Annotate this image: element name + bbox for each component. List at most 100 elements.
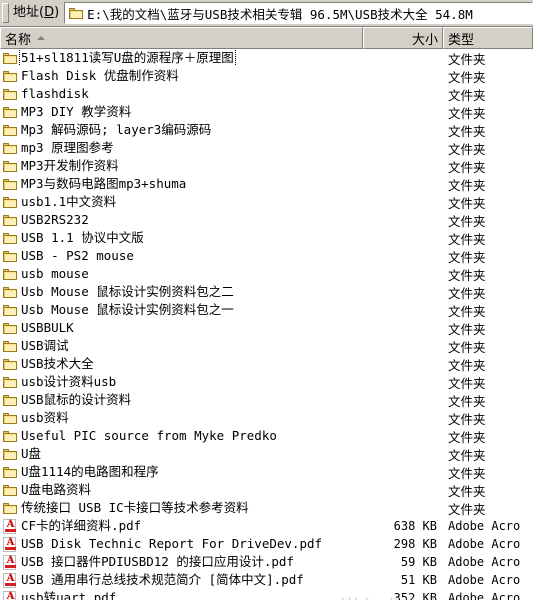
file-name-cell[interactable]: USB2RS232 [0, 212, 363, 228]
file-name-cell[interactable]: Flash Disk 优盘制作资料 [0, 68, 363, 84]
file-name-cell[interactable]: flashdisk [0, 86, 363, 102]
folder-icon [2, 176, 18, 192]
file-name-cell[interactable]: mp3 原理图参考 [0, 140, 363, 156]
file-name-label: USB2RS232 [21, 212, 89, 227]
file-type-cell: 文件夹 [448, 249, 486, 265]
file-size-cell: 51 KB [400, 573, 437, 587]
file-type-cell: 文件夹 [448, 501, 486, 517]
table-row[interactable]: mp3 原理图参考 文件夹 [0, 139, 533, 157]
table-row[interactable]: USB2RS232 文件夹 [0, 211, 533, 229]
file-name-cell[interactable]: Usb Mouse 鼠标设计实例资料包之二 [0, 284, 363, 300]
table-row[interactable]: Ausb转uart.pdf 352 KB Adobe Acro [0, 589, 533, 600]
file-name-cell[interactable]: usb设计资料usb [0, 374, 363, 390]
table-row[interactable]: USB - PS2 mouse 文件夹 [0, 247, 533, 265]
file-list[interactable]: 51+sl1811读写U盘的源程序＋原理图 文件夹 Flash Disk 优盘制作资… [0, 49, 533, 600]
file-name-cell[interactable]: MP3开发制作资料 [0, 158, 363, 174]
file-name-label: usb1.1中文资料 [21, 194, 117, 209]
table-row[interactable]: USB调试 文件夹 [0, 337, 533, 355]
file-name-cell[interactable]: USB技术大全 [0, 356, 363, 372]
folder-icon [2, 158, 18, 174]
table-row[interactable]: USB技术大全 文件夹 [0, 355, 533, 373]
file-name-cell[interactable]: usb1.1中文资料 [0, 194, 363, 210]
table-row[interactable]: Flash Disk 优盘制作资料 文件夹 [0, 67, 533, 85]
file-name-cell[interactable]: Ausb转uart.pdf [0, 590, 363, 600]
table-row[interactable]: MP3开发制作资料 文件夹 [0, 157, 533, 175]
file-name-cell[interactable]: Useful PIC source from Myke Predko [0, 428, 363, 444]
pdf-icon: A [2, 518, 18, 534]
folder-icon [2, 338, 18, 354]
table-row[interactable]: usb设计资料usb 文件夹 [0, 373, 533, 391]
file-name-cell[interactable]: Usb Mouse 鼠标设计实例资料包之一 [0, 302, 363, 318]
file-type-cell: Adobe Acro [448, 519, 521, 533]
folder-icon [2, 302, 18, 318]
table-row[interactable]: usb资料 文件夹 [0, 409, 533, 427]
file-name-cell[interactable]: U盘 [0, 446, 363, 462]
file-size-cell: 59 KB [400, 555, 437, 569]
address-label: 地址(D) [9, 5, 64, 21]
sort-ascending-icon [37, 36, 46, 40]
table-row[interactable]: USB鼠标的设计资料 文件夹 [0, 391, 533, 409]
toolbar-grip-handle[interactable] [2, 3, 9, 23]
file-name-cell[interactable]: U盘1114的电路图和程序 [0, 464, 363, 480]
file-type-cell: 文件夹 [448, 429, 486, 445]
file-name-label: Usb Mouse 鼠标设计实例资料包之一 [21, 302, 234, 317]
table-row[interactable]: 51+sl1811读写U盘的源程序＋原理图 文件夹 [0, 49, 533, 67]
file-name-cell[interactable]: A USB Disk Technic Report For DriveDev.pd… [0, 536, 363, 552]
table-row[interactable]: A CF卡的详细资料.pdf 638 KB Adobe Acro [0, 517, 533, 535]
table-row[interactable]: usb mouse 文件夹 [0, 265, 533, 283]
table-row[interactable]: A USB Disk Technic Report For DriveDev.pd… [0, 535, 533, 553]
table-row[interactable]: flashdisk 文件夹 [0, 85, 533, 103]
table-row[interactable]: U盘电路资料 文件夹 [0, 481, 533, 499]
file-name-cell[interactable]: USB调试 [0, 338, 363, 354]
file-name-cell[interactable]: 51+sl1811读写U盘的源程序＋原理图 [0, 50, 363, 66]
table-row[interactable]: usb1.1中文资料 文件夹 [0, 193, 533, 211]
folder-icon [2, 428, 18, 444]
table-row[interactable]: A USB 接口器件PDIUSBD12 的接口应用设计.pdf 59 KB Adobe… [0, 553, 533, 571]
file-type-cell: 文件夹 [448, 303, 486, 319]
file-name-cell[interactable]: MP3与数码电路图mp3+shuma [0, 176, 363, 192]
file-name-cell[interactable]: usb mouse [0, 266, 363, 282]
file-name-label: MP3与数码电路图mp3+shuma [21, 176, 187, 191]
file-name-cell[interactable]: Mp3 解码源码; layer3编码源码 [0, 122, 363, 138]
table-row[interactable]: MP3 DIY 教学资料 文件夹 [0, 103, 533, 121]
folder-icon [2, 248, 18, 264]
table-row[interactable]: A USB 通用串行总线技术规范简介 [简体中文].pdf 51 KB Adobe A… [0, 571, 533, 589]
folder-icon [2, 86, 18, 102]
address-label-prefix: 地址( [13, 5, 45, 20]
file-name-cell[interactable]: 传统接口 USB IC卡接口等技术参考资料 [0, 500, 363, 516]
file-name-cell[interactable]: USBBULK [0, 320, 363, 336]
table-row[interactable]: USB 1.1 协议中文版 文件夹 [0, 229, 533, 247]
table-row[interactable]: Usb Mouse 鼠标设计实例资料包之一 文件夹 [0, 301, 533, 319]
table-row[interactable]: U盘1114的电路图和程序 文件夹 [0, 463, 533, 481]
file-name-label: Flash Disk 优盘制作资料 [21, 68, 179, 83]
file-name-cell[interactable]: USB 1.1 协议中文版 [0, 230, 363, 246]
table-row[interactable]: Useful PIC source from Myke Predko 文件夹 [0, 427, 533, 445]
file-type-cell: 文件夹 [448, 213, 486, 229]
address-combobox[interactable]: E:\我的文档\蓝牙与USB技术相关专辑 96.5M\USB技术大全 54.8M [64, 2, 533, 24]
column-header-type[interactable]: 类型 [443, 27, 533, 49]
file-name-cell[interactable]: A USB 通用串行总线技术规范简介 [简体中文].pdf [0, 572, 363, 588]
file-name-cell[interactable]: A USB 接口器件PDIUSBD12 的接口应用设计.pdf [0, 554, 363, 570]
table-row[interactable]: 传统接口 USB IC卡接口等技术参考资料 文件夹 [0, 499, 533, 517]
folder-icon [2, 212, 18, 228]
file-name-cell[interactable]: A CF卡的详细资料.pdf [0, 518, 363, 534]
table-row[interactable]: Usb Mouse 鼠标设计实例资料包之二 文件夹 [0, 283, 533, 301]
column-header-row: 名称 大小 类型 [0, 27, 533, 49]
file-name-cell[interactable]: USB鼠标的设计资料 [0, 392, 363, 408]
file-name-label: USB鼠标的设计资料 [21, 392, 132, 407]
table-row[interactable]: U盘 文件夹 [0, 445, 533, 463]
file-type-cell: 文件夹 [448, 231, 486, 247]
column-header-name[interactable]: 名称 [0, 27, 363, 49]
table-row[interactable]: MP3与数码电路图mp3+shuma 文件夹 [0, 175, 533, 193]
file-type-cell: 文件夹 [448, 447, 486, 463]
folder-icon [2, 356, 18, 372]
table-row[interactable]: Mp3 解码源码; layer3编码源码 文件夹 [0, 121, 533, 139]
file-name-cell[interactable]: MP3 DIY 教学资料 [0, 104, 363, 120]
file-name-label: USBBULK [21, 320, 74, 335]
file-type-cell: 文件夹 [448, 177, 486, 193]
file-name-cell[interactable]: usb资料 [0, 410, 363, 426]
column-header-size[interactable]: 大小 [363, 27, 443, 49]
table-row[interactable]: USBBULK 文件夹 [0, 319, 533, 337]
file-name-cell[interactable]: USB - PS2 mouse [0, 248, 363, 264]
file-name-cell[interactable]: U盘电路资料 [0, 482, 363, 498]
